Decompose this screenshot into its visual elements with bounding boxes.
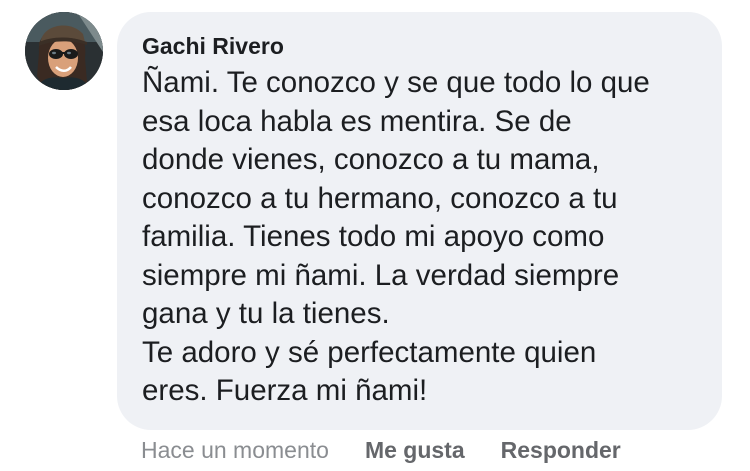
comment-line: siempre mi ñami. La verdad siempre bbox=[142, 258, 620, 292]
comment-author[interactable]: Gachi Rivero bbox=[142, 32, 700, 60]
comment-bubble: Gachi Rivero Ñami. Te conozco y se que t… bbox=[117, 12, 722, 430]
comment-line: Te adoro y sé perfectamente quien bbox=[142, 335, 597, 369]
avatar[interactable] bbox=[25, 12, 103, 90]
comment-line: donde vienes, conozco a tu mama, bbox=[142, 143, 600, 176]
comment-timestamp[interactable]: Hace un momento bbox=[141, 437, 329, 464]
comment-line: conozco a tu hermano, conozco a tu bbox=[142, 181, 618, 215]
comment-text: Ñami. Te conozco y se que todo lo que es… bbox=[142, 64, 700, 411]
comment-line: familia. Tienes todo mi apoyo como bbox=[142, 220, 605, 253]
comment-line: eres. Fuerza mi ñami! bbox=[142, 374, 428, 407]
comment-container: Gachi Rivero Ñami. Te conozco y se que t… bbox=[0, 0, 750, 471]
avatar-photo bbox=[25, 12, 103, 90]
comment-line: gana y tu la tienes. bbox=[142, 297, 390, 330]
reply-button[interactable]: Responder bbox=[501, 437, 621, 464]
comment-line: Ñami. Te conozco y se que todo lo que bbox=[142, 66, 650, 99]
comment-actions: Hace un momento Me gusta Responder bbox=[141, 434, 621, 466]
like-button[interactable]: Me gusta bbox=[365, 437, 465, 464]
comment-line: esa loca habla es mentira. Se de bbox=[142, 104, 572, 138]
